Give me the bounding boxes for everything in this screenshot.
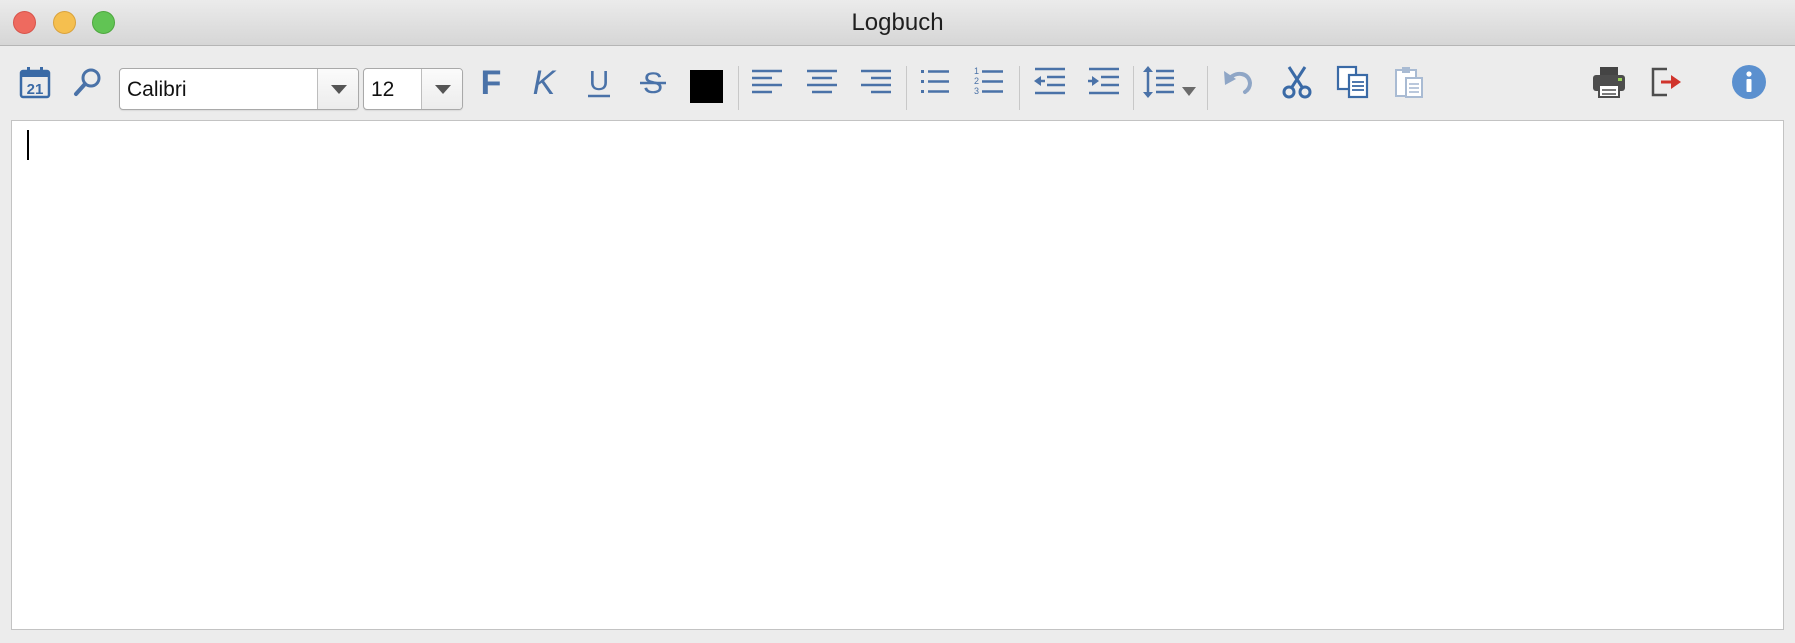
toolbar-separator: [1133, 66, 1134, 110]
insert-date-button[interactable]: 21: [15, 62, 55, 102]
numbered-list-icon: 123: [972, 65, 1006, 99]
strikethrough-icon: S: [636, 65, 670, 99]
font-size-dropdown-button[interactable]: [421, 69, 462, 109]
indent-icon: [1087, 65, 1121, 99]
svg-text:1: 1: [974, 66, 979, 76]
italic-icon: K: [527, 65, 561, 99]
svg-text:U: U: [589, 65, 609, 96]
decrease-indent-button[interactable]: [1030, 62, 1070, 102]
bulleted-list-button[interactable]: [915, 62, 955, 102]
font-size-select[interactable]: 12: [363, 68, 463, 110]
font-family-dropdown-button[interactable]: [317, 69, 358, 109]
line-spacing-icon: [1142, 65, 1202, 99]
svg-text:K: K: [533, 65, 557, 99]
bold-button[interactable]: F: [471, 62, 511, 102]
bulleted-list-icon: [918, 65, 952, 99]
cut-button[interactable]: [1277, 62, 1317, 102]
svg-text:F: F: [481, 65, 502, 99]
svg-text:21: 21: [27, 81, 44, 98]
outdent-icon: [1033, 65, 1067, 99]
toolbar-separator: [1207, 66, 1208, 110]
toolbar-separator: [906, 66, 907, 110]
info-button[interactable]: [1729, 62, 1769, 102]
undo-button[interactable]: [1218, 62, 1258, 102]
toolbar-separator: [1019, 66, 1020, 110]
chevron-down-icon: [331, 85, 347, 94]
scissors-icon: [1280, 65, 1314, 99]
toolbar-separator: [738, 66, 739, 110]
bold-icon: F: [474, 65, 508, 99]
window-title: Logbuch: [851, 9, 944, 36]
align-center-button[interactable]: [802, 62, 842, 102]
align-center-icon: [805, 65, 839, 99]
paste-button[interactable]: [1389, 62, 1429, 102]
exit-button[interactable]: [1646, 62, 1686, 102]
increase-indent-button[interactable]: [1084, 62, 1124, 102]
svg-text:2: 2: [974, 76, 979, 86]
align-right-button[interactable]: [856, 62, 896, 102]
copy-button[interactable]: [1333, 62, 1373, 102]
line-spacing-button[interactable]: [1142, 62, 1202, 102]
undo-icon: [1221, 65, 1255, 99]
underline-icon: U: [582, 65, 616, 99]
text-caret: [27, 130, 29, 160]
magnifier-icon: [71, 65, 105, 99]
title-bar: Logbuch: [0, 0, 1795, 46]
svg-text:3: 3: [974, 86, 979, 96]
copy-icon: [1336, 65, 1370, 99]
formatting-toolbar: 21 Calibri 12 F K U S 1 2 3: [0, 46, 1795, 118]
print-button[interactable]: [1589, 62, 1629, 102]
text-editor[interactable]: [11, 120, 1784, 630]
font-size-value: 12: [371, 78, 395, 101]
align-left-icon: [750, 65, 784, 99]
numbered-list-button[interactable]: 123: [969, 62, 1009, 102]
exit-icon: [1649, 65, 1683, 99]
printer-icon: [1591, 65, 1627, 99]
logbook-window: Logbuch 21 Calibri 12 F K U S 1 2 3: [0, 0, 1795, 643]
underline-button[interactable]: U: [579, 62, 619, 102]
font-family-select[interactable]: Calibri: [119, 68, 359, 110]
italic-button[interactable]: K: [524, 62, 564, 102]
clipboard-icon: [1392, 65, 1426, 99]
text-color-button[interactable]: [690, 70, 723, 103]
calendar-icon: 21: [18, 65, 52, 99]
chevron-down-icon: [435, 85, 451, 94]
info-icon: [1731, 64, 1767, 100]
strikethrough-button[interactable]: S: [633, 62, 673, 102]
font-family-value: Calibri: [127, 78, 187, 101]
search-button[interactable]: [68, 62, 108, 102]
align-left-button[interactable]: [747, 62, 787, 102]
align-right-icon: [859, 65, 893, 99]
